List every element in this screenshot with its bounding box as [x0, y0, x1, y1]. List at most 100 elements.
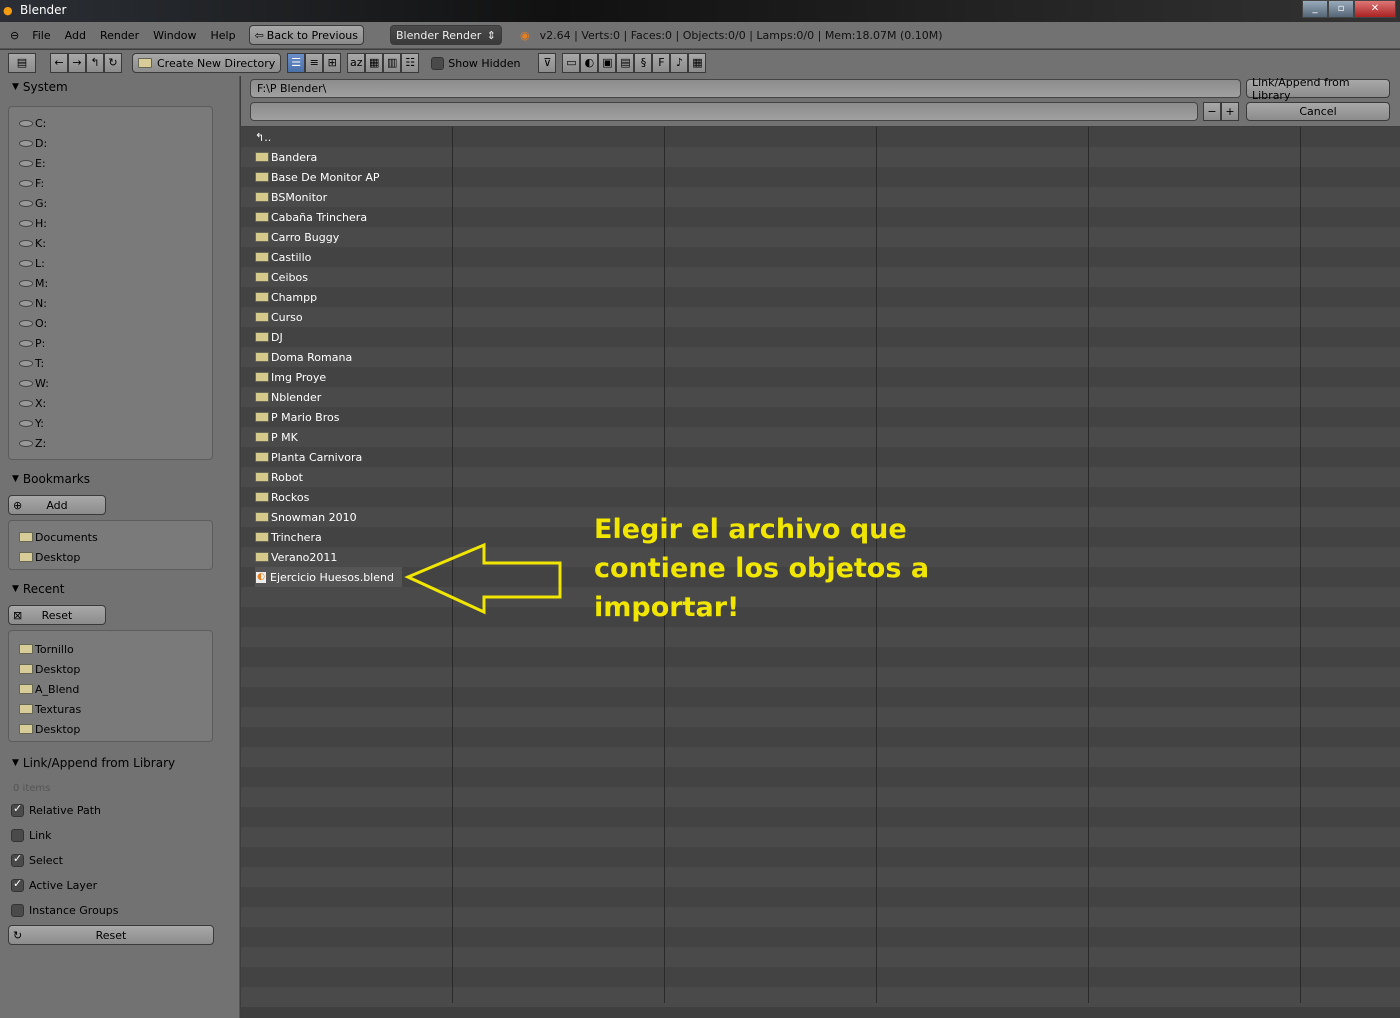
drive-item[interactable]: N:	[9, 293, 212, 313]
parent-directory-entry[interactable]: ↰ ..	[255, 127, 279, 147]
directory-path-input[interactable]: F:\P Blender\	[250, 79, 1241, 98]
panel-bookmarks-header[interactable]: ▼ Bookmarks	[0, 468, 239, 490]
sort-ext-icon[interactable]: ▦	[365, 53, 384, 73]
back-arrow-icon[interactable]: ←	[50, 53, 68, 73]
checkbox[interactable]	[11, 904, 24, 917]
drive-item[interactable]: L:	[9, 253, 212, 273]
folder-entry[interactable]: P MK	[255, 427, 306, 447]
folder-entry[interactable]: Ceibos	[255, 267, 316, 287]
folder-entry[interactable]: Snowman 2010	[255, 507, 365, 527]
folder-entry[interactable]: Carro Buggy	[255, 227, 347, 247]
folder-entry[interactable]: Img Proye	[255, 367, 334, 387]
sort-size-icon[interactable]: ☷	[401, 53, 420, 73]
option-select[interactable]: Select	[0, 848, 239, 873]
checkbox[interactable]	[11, 854, 24, 867]
panel-link-header[interactable]: ▼ Link/Append from Library	[0, 752, 239, 774]
folder-entry[interactable]: Nblender	[255, 387, 329, 407]
folder-entry[interactable]: DJ	[255, 327, 291, 347]
drive-item[interactable]: K:	[9, 233, 212, 253]
cancel-button[interactable]: Cancel	[1246, 102, 1390, 121]
checkbox[interactable]	[11, 804, 24, 817]
drive-item[interactable]: C:	[9, 113, 212, 133]
menu-file[interactable]: File	[25, 29, 57, 42]
folder-entry[interactable]: Trinchera	[255, 527, 330, 547]
render-engine-select[interactable]: Blender Render ⇕	[390, 25, 503, 45]
folder-entry[interactable]: Robot	[255, 467, 311, 487]
checkbox[interactable]	[11, 829, 24, 842]
minimize-button[interactable]: _	[1302, 0, 1328, 18]
minus-icon[interactable]: −	[1203, 102, 1221, 121]
option-instance-groups[interactable]: Instance Groups	[0, 898, 239, 923]
menu-help[interactable]: Help	[203, 29, 242, 42]
option-link[interactable]: Link	[0, 823, 239, 848]
folder-entry[interactable]: P Mario Bros	[255, 407, 347, 427]
drive-item[interactable]: M:	[9, 273, 212, 293]
folder-entry[interactable]: BSMonitor	[255, 187, 335, 207]
option-active-layer[interactable]: Active Layer	[0, 873, 239, 898]
drive-item[interactable]: O:	[9, 313, 212, 333]
drive-item[interactable]: H:	[9, 213, 212, 233]
add-bookmark-button[interactable]: ⊕ Add	[8, 495, 106, 515]
folder-entry[interactable]: Curso	[255, 307, 311, 327]
restore-button[interactable]: ▫	[1328, 0, 1354, 18]
drive-item[interactable]: Z:	[9, 433, 212, 453]
short-list-icon[interactable]: ☰	[287, 53, 306, 73]
folder-entry[interactable]: Cabaña Trinchera	[255, 207, 375, 227]
filter-fonts-icon[interactable]: F	[652, 53, 671, 73]
panel-recent-header[interactable]: ▼ Recent	[0, 578, 239, 600]
sort-alpha-icon[interactable]: az	[347, 53, 366, 73]
filter-images-icon[interactable]: ▣	[598, 53, 617, 73]
filter-scripts-icon[interactable]: §	[634, 53, 653, 73]
drive-item[interactable]: E:	[9, 153, 212, 173]
filename-input[interactable]	[250, 102, 1198, 121]
detailed-list-icon[interactable]: ≡	[305, 53, 324, 73]
editor-type-icon[interactable]: ⊖	[10, 29, 19, 42]
refresh-icon[interactable]: ↻	[104, 53, 122, 73]
drive-item[interactable]: D:	[9, 133, 212, 153]
drive-item[interactable]: G:	[9, 193, 212, 213]
menu-window[interactable]: Window	[146, 29, 203, 42]
folder-entry[interactable]: Planta Carnivora	[255, 447, 370, 467]
recent-item[interactable]: Tornillo	[9, 639, 212, 659]
drive-item[interactable]: X:	[9, 393, 212, 413]
reset-settings-button[interactable]: ↻ Reset	[8, 925, 214, 945]
recent-item[interactable]: Desktop	[9, 659, 212, 679]
recent-item[interactable]: Texturas	[9, 699, 212, 719]
thumbnails-icon[interactable]: ⊞	[323, 53, 342, 73]
folder-entry[interactable]: Verano2011	[255, 547, 345, 567]
filter-blend-icon[interactable]: ◐	[580, 53, 599, 73]
reset-recent-button[interactable]: ⊠ Reset	[8, 605, 106, 625]
folder-entry[interactable]: Rockos	[255, 487, 317, 507]
drive-item[interactable]: F:	[9, 173, 212, 193]
filter-movies-icon[interactable]: ▤	[616, 53, 635, 73]
folder-entry[interactable]: Base De Monitor AP	[255, 167, 388, 187]
menu-render[interactable]: Render	[93, 29, 146, 42]
bookmark-item[interactable]: Documents	[9, 527, 212, 547]
back-to-previous-button[interactable]: ⇦ Back to Previous	[248, 25, 365, 45]
panel-system-header[interactable]: ▼ System	[0, 76, 239, 98]
drive-item[interactable]: T:	[9, 353, 212, 373]
drive-item[interactable]: Y:	[9, 413, 212, 433]
create-new-directory-button[interactable]: Create New Directory	[132, 53, 282, 73]
bookmark-item[interactable]: Desktop	[9, 547, 212, 567]
show-hidden-checkbox[interactable]	[431, 56, 445, 70]
plus-icon[interactable]: +	[1221, 102, 1239, 121]
sort-time-icon[interactable]: ▥	[383, 53, 402, 73]
drive-item[interactable]: W:	[9, 373, 212, 393]
folder-entry[interactable]: Castillo	[255, 247, 319, 267]
checkbox[interactable]	[11, 879, 24, 892]
editor-type-icon[interactable]: ▤	[8, 53, 36, 73]
recent-item[interactable]: A_Blend	[9, 679, 212, 699]
drive-item[interactable]: P:	[9, 333, 212, 353]
parent-dir-icon[interactable]: ↰	[86, 53, 104, 73]
filter-sounds-icon[interactable]: ♪	[670, 53, 689, 73]
link-append-button[interactable]: Link/Append from Library	[1246, 76, 1390, 102]
folder-entry[interactable]: Bandera	[255, 147, 325, 167]
option-relative-path[interactable]: Relative Path	[0, 798, 239, 823]
filter-folders-icon[interactable]: ▭	[562, 53, 581, 73]
menu-add[interactable]: Add	[58, 29, 93, 42]
close-button[interactable]: ✕	[1354, 0, 1396, 18]
folder-entry[interactable]: Doma Romana	[255, 347, 360, 367]
filter-icon[interactable]: ⊽	[538, 53, 557, 73]
blend-file-entry[interactable]: ◐ Ejercicio Huesos.blend	[255, 567, 402, 587]
